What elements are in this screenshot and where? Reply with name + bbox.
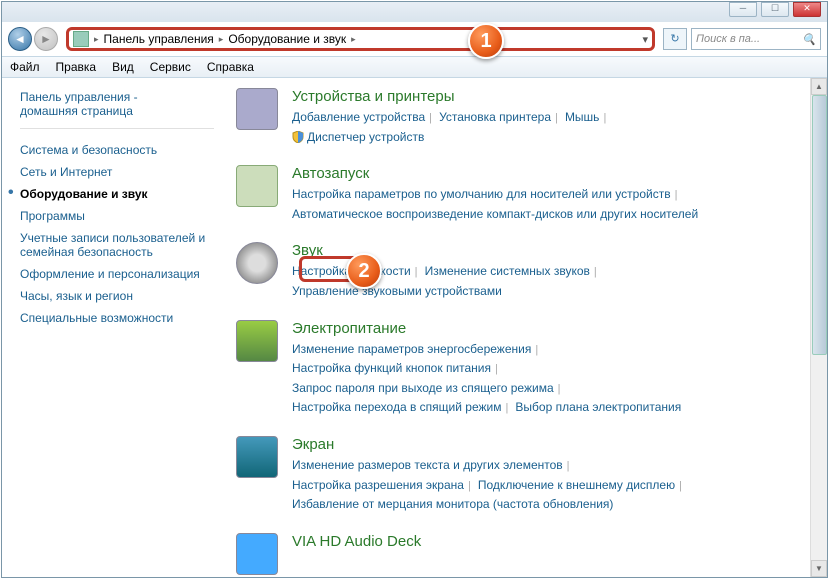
display-icon [236, 436, 278, 478]
autoplay-icon [236, 165, 278, 207]
sidebar-item-accounts[interactable]: Учетные записи пользователей и семейная … [20, 231, 214, 259]
navbar: ◄ ► ▸ Панель управления ▸ Оборудование и… [2, 22, 827, 56]
link-autoplay-cd[interactable]: Автоматическое воспроизведение компакт-д… [292, 207, 698, 221]
content: Панель управления - домашняя страница Си… [2, 78, 827, 577]
control-panel-icon [73, 31, 89, 47]
link-device-manager[interactable]: Диспетчер устройств [307, 130, 424, 144]
link-power-saving[interactable]: Изменение параметров энергосбережения [292, 342, 531, 356]
annotation-callout-2: 2 [346, 253, 382, 289]
address-bar[interactable]: ▸ Панель управления ▸ Оборудование и зву… [66, 27, 655, 51]
nav-buttons: ◄ ► [8, 27, 58, 51]
sidebar-item-appearance[interactable]: Оформление и персонализация [20, 267, 214, 281]
scroll-thumb[interactable] [812, 95, 827, 355]
breadcrumb-root[interactable]: Панель управления [104, 32, 214, 46]
category-sound: Звук Настройка громкости| Изменение сист… [236, 242, 813, 301]
menu-view[interactable]: Вид [112, 60, 134, 74]
category-devices: Устройства и принтеры Добавление устройс… [236, 88, 813, 147]
scroll-down-icon[interactable]: ▼ [811, 560, 827, 577]
sidebar-item-clock[interactable]: Часы, язык и регион [20, 289, 214, 303]
link-resolution[interactable]: Настройка разрешения экрана [292, 478, 464, 492]
menu-help[interactable]: Справка [207, 60, 254, 74]
link-audio-devices[interactable]: Управление звуковыми устройствами [292, 284, 502, 298]
scroll-up-icon[interactable]: ▲ [811, 78, 827, 95]
menu-service[interactable]: Сервис [150, 60, 191, 74]
category-via: VIA HD Audio Deck [236, 533, 813, 575]
sidebar-item-programs[interactable]: Программы [20, 209, 214, 223]
link-password-wake[interactable]: Запрос пароля при выходе из спящего режи… [292, 381, 554, 395]
link-system-sounds[interactable]: Изменение системных звуков [425, 264, 590, 278]
maximize-button[interactable]: ☐ [761, 2, 789, 17]
window: ─ ☐ ✕ ◄ ► ▸ Панель управления ▸ Оборудов… [1, 1, 828, 578]
forward-button[interactable]: ► [34, 27, 58, 51]
power-icon [236, 320, 278, 362]
main-panel: Устройства и принтеры Добавление устройс… [222, 78, 827, 577]
shield-icon [292, 131, 304, 143]
search-placeholder: Поиск в па... [696, 33, 760, 45]
link-mouse[interactable]: Мышь [565, 110, 600, 124]
sidebar-item-network[interactable]: Сеть и Интернет [20, 165, 214, 179]
devices-title[interactable]: Устройства и принтеры [292, 88, 813, 105]
link-text-size[interactable]: Изменение размеров текста и других элеме… [292, 458, 563, 472]
link-add-printer[interactable]: Установка принтера [439, 110, 551, 124]
scrollbar[interactable]: ▲ ▼ [810, 78, 827, 577]
titlebar: ─ ☐ ✕ [2, 2, 827, 22]
link-autoplay-defaults[interactable]: Настройка параметров по умолчанию для но… [292, 187, 671, 201]
addressbar-dropdown-icon[interactable]: ▾ [642, 33, 648, 46]
breadcrumb-separator: ▸ [216, 34, 227, 45]
refresh-button[interactable]: ↻ [663, 28, 687, 50]
menu-edit[interactable]: Правка [56, 60, 97, 74]
link-refresh-rate[interactable]: Избавление от мерцания монитора (частота… [292, 497, 613, 511]
menubar: Файл Правка Вид Сервис Справка [2, 56, 827, 78]
sidebar-item-hardware[interactable]: Оборудование и звук [20, 187, 214, 201]
category-display: Экран Изменение размеров текста и других… [236, 436, 813, 515]
link-sleep-mode[interactable]: Настройка перехода в спящий режим [292, 400, 501, 414]
autoplay-title[interactable]: Автозапуск [292, 165, 813, 182]
speaker-icon [236, 242, 278, 284]
via-title[interactable]: VIA HD Audio Deck [292, 533, 813, 550]
minimize-button[interactable]: ─ [729, 2, 757, 17]
back-button[interactable]: ◄ [8, 27, 32, 51]
sidebar-home[interactable]: Панель управления - домашняя страница [20, 90, 214, 118]
link-external-display[interactable]: Подключение к внешнему дисплею [478, 478, 675, 492]
sidebar-item-system[interactable]: Система и безопасность [20, 143, 214, 157]
annotation-callout-1: 1 [468, 23, 504, 59]
link-add-device[interactable]: Добавление устройства [292, 110, 425, 124]
menu-file[interactable]: Файл [10, 60, 40, 74]
sidebar-item-accessibility[interactable]: Специальные возможности [20, 311, 214, 325]
search-input[interactable]: Поиск в па... 🔍 [691, 28, 821, 50]
category-power: Электропитание Изменение параметров энер… [236, 320, 813, 418]
power-title[interactable]: Электропитание [292, 320, 813, 337]
sidebar-group: Система и безопасность Сеть и Интернет О… [20, 128, 214, 325]
close-button[interactable]: ✕ [793, 2, 821, 17]
link-power-plan[interactable]: Выбор плана электропитания [515, 400, 681, 414]
link-power-buttons[interactable]: Настройка функций кнопок питания [292, 361, 491, 375]
search-icon: 🔍 [802, 33, 816, 46]
breadcrumb-current[interactable]: Оборудование и звук [228, 32, 346, 46]
devices-icon [236, 88, 278, 130]
breadcrumb-separator: ▸ [348, 34, 359, 45]
via-icon [236, 533, 278, 575]
display-title[interactable]: Экран [292, 436, 813, 453]
breadcrumb-separator: ▸ [91, 34, 102, 45]
category-autoplay: Автозапуск Настройка параметров по умолч… [236, 165, 813, 224]
sidebar: Панель управления - домашняя страница Си… [2, 78, 222, 577]
